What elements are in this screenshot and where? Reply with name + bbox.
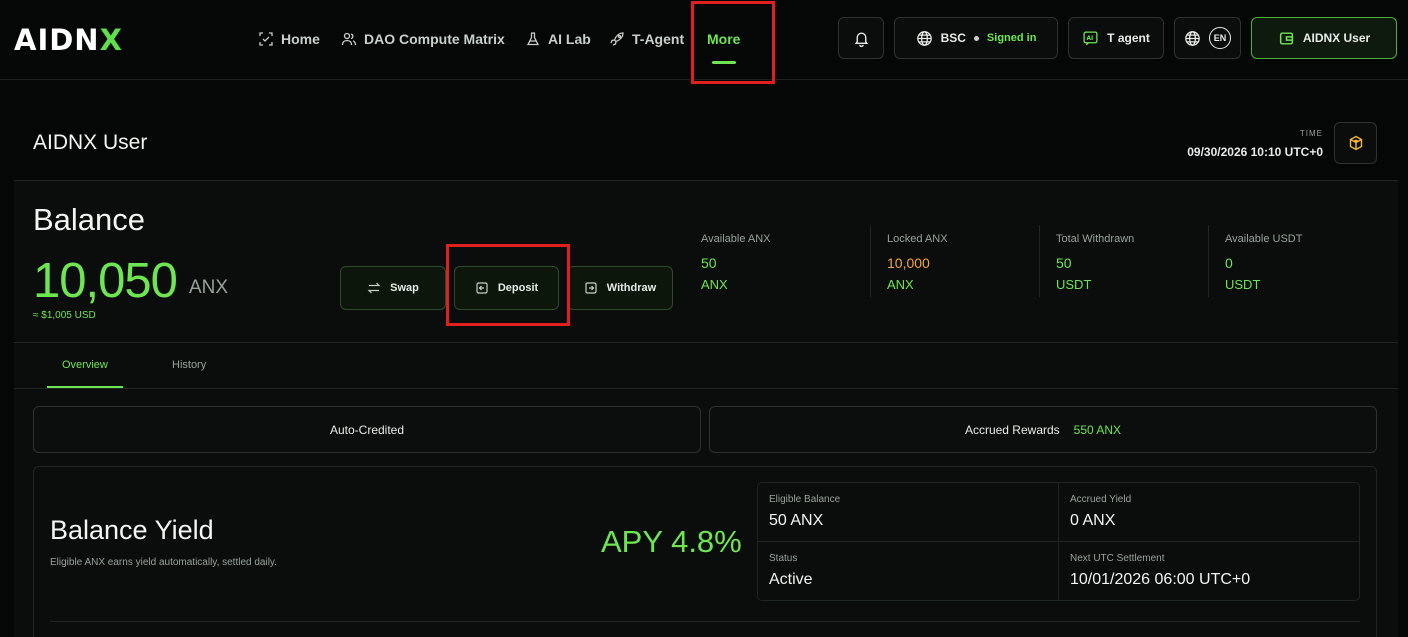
nav-ailab[interactable]: AI Lab bbox=[525, 30, 591, 48]
swap-button[interactable]: Swap bbox=[340, 266, 446, 310]
stat-available-anx-label: Available ANX bbox=[701, 233, 771, 245]
language-button[interactable]: EN bbox=[1174, 17, 1241, 59]
withdraw-button[interactable]: Withdraw bbox=[567, 266, 673, 310]
nav-tagent-label: T-Agent bbox=[632, 31, 685, 47]
apy-value: APY 4.8% bbox=[601, 524, 742, 559]
yield-subtitle: Eligible ANX earns yield automatically, … bbox=[50, 557, 277, 568]
next-settlement-value: 10/01/2026 06:00 UTC+0 bbox=[1070, 571, 1251, 588]
tab-history[interactable]: History bbox=[172, 359, 206, 371]
nav-active-indicator bbox=[712, 61, 736, 64]
status-value: Active bbox=[769, 571, 813, 588]
stat-locked-anx-label: Locked ANX bbox=[887, 233, 948, 245]
deposit-icon bbox=[476, 282, 488, 294]
logo-accent: X bbox=[99, 23, 123, 57]
deposit-label: Deposit bbox=[497, 282, 539, 294]
bnb-button[interactable] bbox=[1334, 122, 1377, 164]
nav-more[interactable]: More bbox=[707, 30, 740, 48]
divider bbox=[870, 225, 871, 297]
svg-text:AI: AI bbox=[1087, 36, 1094, 42]
divider bbox=[14, 342, 1398, 343]
home-icon bbox=[259, 32, 273, 46]
stat-available-anx-unit: ANX bbox=[701, 277, 728, 292]
tab-active-indicator bbox=[47, 386, 123, 388]
users-icon bbox=[341, 32, 357, 46]
swap-icon bbox=[367, 282, 381, 294]
balance-usd: ≈ $1,005 USD bbox=[33, 310, 96, 321]
divider bbox=[1039, 225, 1040, 297]
stat-locked-anx-value: 10,000 bbox=[887, 255, 930, 271]
cube-icon bbox=[1349, 135, 1362, 151]
divider bbox=[14, 388, 1398, 389]
signed-in-label: Signed in bbox=[986, 32, 1037, 44]
stat-available-anx-value: 50 bbox=[701, 255, 717, 271]
nav-home-label: Home bbox=[281, 31, 320, 47]
network-button[interactable]: BSC Signed in bbox=[894, 17, 1058, 59]
wallet-icon bbox=[1279, 31, 1293, 45]
divider bbox=[50, 621, 1360, 622]
divider bbox=[757, 541, 1360, 542]
nav-tagent[interactable]: T-Agent bbox=[609, 30, 684, 48]
time-value: 09/30/2026 10:10 UTC+0 bbox=[1187, 145, 1323, 159]
bell-icon bbox=[854, 32, 868, 47]
user-label: AIDNX User bbox=[1302, 31, 1371, 45]
eligible-balance-label: Eligible Balance bbox=[769, 494, 841, 505]
user-wallet-button[interactable]: AIDNX User bbox=[1251, 17, 1397, 59]
globe-icon bbox=[916, 30, 932, 46]
auto-credited-label: Auto-Credited bbox=[329, 422, 405, 437]
next-settlement-label: Next UTC Settlement bbox=[1070, 553, 1165, 564]
t-agent-label: T agent bbox=[1107, 31, 1150, 45]
divider bbox=[1208, 225, 1209, 297]
status-dot bbox=[973, 35, 979, 41]
nav-dao[interactable]: DAO Compute Matrix bbox=[341, 30, 505, 48]
stat-available-usdt-unit: USDT bbox=[1225, 277, 1261, 292]
logo[interactable]: AIDNX bbox=[14, 23, 123, 57]
stat-total-withdrawn-label: Total Withdrawn bbox=[1056, 233, 1135, 245]
withdraw-icon bbox=[585, 282, 597, 294]
nav-ailab-label: AI Lab bbox=[548, 31, 591, 47]
time-label: TIME bbox=[1299, 129, 1323, 138]
ai-chat-icon: AI bbox=[1083, 30, 1098, 45]
status-label: Status bbox=[769, 553, 798, 564]
eligible-balance-value: 50 ANX bbox=[769, 512, 824, 529]
accrued-yield-label: Accrued Yield bbox=[1070, 494, 1132, 505]
nav-dao-label: DAO Compute Matrix bbox=[364, 31, 505, 47]
stat-available-usdt-value: 0 bbox=[1225, 255, 1233, 271]
accrued-yield-value: 0 ANX bbox=[1070, 512, 1116, 529]
nav-more-label: More bbox=[707, 31, 741, 47]
stat-total-withdrawn-value: 50 bbox=[1056, 255, 1072, 271]
network-label: BSC bbox=[940, 31, 966, 45]
flask-icon bbox=[526, 32, 540, 46]
accrued-rewards-value: 550 ANX bbox=[1073, 422, 1122, 437]
swap-label: Swap bbox=[390, 282, 419, 294]
balance-heading: Balance bbox=[33, 202, 146, 237]
stat-total-withdrawn-unit: USDT bbox=[1056, 277, 1092, 292]
tab-overview[interactable]: Overview bbox=[62, 359, 108, 371]
rocket-icon bbox=[610, 32, 624, 46]
app-root: AIDNX Home DAO Compute Matrix AI Lab T-A… bbox=[0, 0, 1408, 637]
language-badge: EN bbox=[1209, 27, 1231, 49]
balance-unit: ANX bbox=[189, 277, 229, 298]
stat-available-usdt-label: Available USDT bbox=[1225, 233, 1303, 245]
notifications-button[interactable] bbox=[838, 17, 884, 59]
withdraw-label: Withdraw bbox=[606, 282, 657, 294]
stat-locked-anx-unit: ANX bbox=[887, 277, 914, 292]
accrued-rewards-pill: Accrued Rewards 550 ANX bbox=[709, 406, 1377, 453]
yield-title: Balance Yield bbox=[50, 515, 214, 545]
nav-home[interactable]: Home bbox=[258, 30, 320, 48]
globe-icon bbox=[1185, 30, 1200, 46]
t-agent-button[interactable]: AI T agent bbox=[1068, 17, 1164, 59]
page-title: AIDNX User bbox=[33, 131, 148, 154]
balance-value: 10,050 bbox=[33, 254, 178, 308]
accrued-rewards-label: Accrued Rewards bbox=[964, 422, 1060, 437]
logo-text: AIDN bbox=[14, 23, 100, 57]
auto-credited-pill: Auto-Credited bbox=[33, 406, 701, 453]
deposit-button[interactable]: Deposit bbox=[454, 266, 559, 310]
